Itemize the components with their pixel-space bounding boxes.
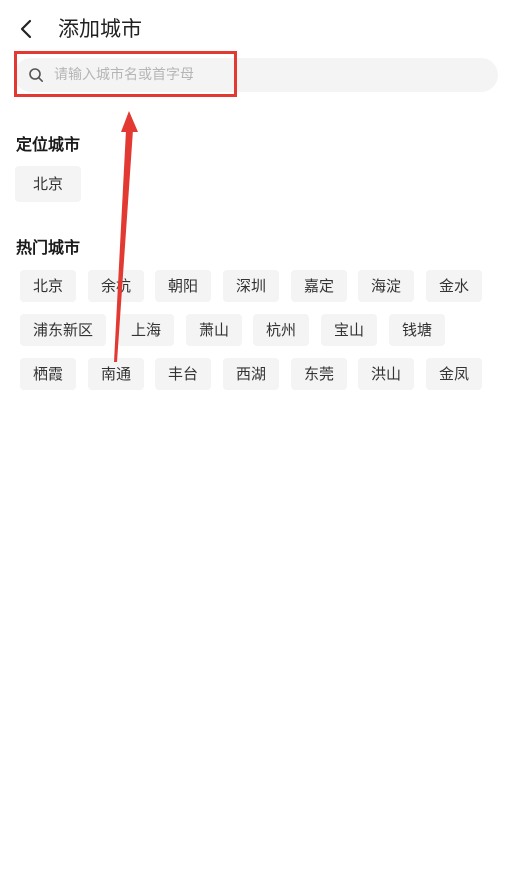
located-city-heading: 定位城市 [16, 135, 81, 154]
hot-city-chip[interactable]: 金水 [426, 270, 482, 302]
search-bar[interactable] [14, 56, 498, 92]
page-title: 添加城市 [58, 17, 142, 41]
hot-city-chip[interactable]: 东莞 [291, 358, 347, 390]
hot-city-chip[interactable]: 杭州 [253, 314, 309, 346]
hot-city-chip[interactable]: 丰台 [155, 358, 211, 390]
search-input[interactable] [52, 60, 356, 90]
hot-city-chip[interactable]: 上海 [118, 314, 174, 346]
search-icon [29, 68, 43, 82]
hot-city-chip[interactable]: 栖霞 [20, 358, 76, 390]
hot-city-chip[interactable]: 洪山 [358, 358, 414, 390]
hot-city-chip[interactable]: 余杭 [88, 270, 144, 302]
located-city-chip[interactable]: 北京 [15, 166, 81, 202]
hot-city-chip[interactable]: 朝阳 [155, 270, 211, 302]
chevron-left-icon[interactable] [14, 16, 40, 42]
hot-city-chip[interactable]: 海淀 [358, 270, 414, 302]
hot-city-chip[interactable]: 浦东新区 [20, 314, 106, 346]
hot-city-chip[interactable]: 深圳 [223, 270, 279, 302]
hot-city-chip[interactable]: 西湖 [223, 358, 279, 390]
hot-city-chip[interactable]: 萧山 [186, 314, 242, 346]
hot-city-chip[interactable]: 嘉定 [291, 270, 347, 302]
hot-city-chip[interactable]: 南通 [88, 358, 144, 390]
hot-city-chip[interactable]: 钱塘 [389, 314, 445, 346]
hot-city-heading: 热门城市 [16, 238, 81, 257]
top-bar: 添加城市 [0, 0, 515, 56]
hot-city-chip[interactable]: 北京 [20, 270, 76, 302]
hot-city-chip[interactable]: 金凤 [426, 358, 482, 390]
hot-city-chip[interactable]: 宝山 [321, 314, 377, 346]
